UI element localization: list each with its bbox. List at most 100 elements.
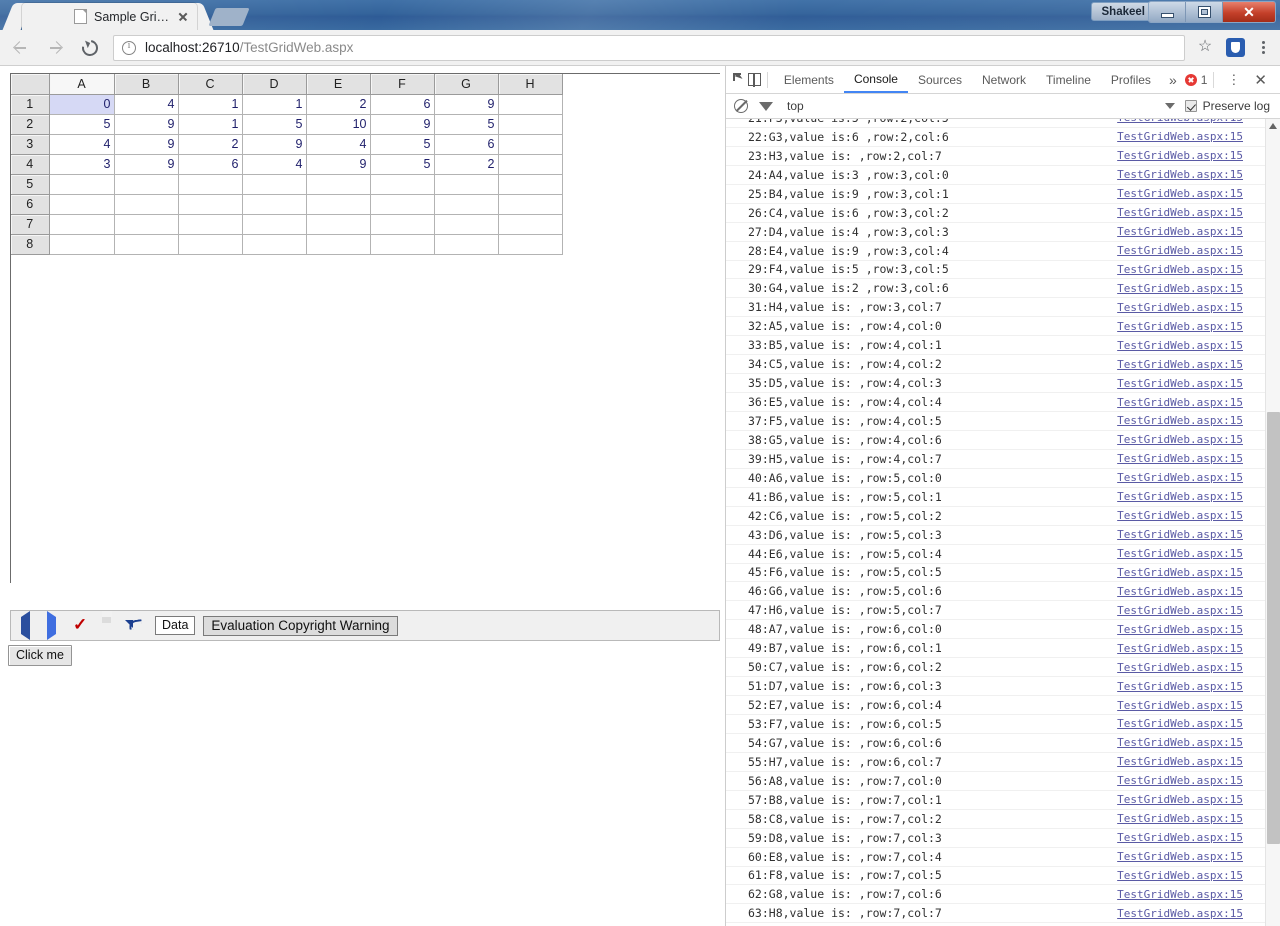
cell-E6[interactable] bbox=[306, 194, 371, 215]
column-header-e[interactable]: E bbox=[306, 74, 371, 95]
cell-C2[interactable]: 1 bbox=[178, 114, 243, 135]
console-source-link[interactable]: TestGridWeb.aspx:15 bbox=[1117, 888, 1243, 901]
console-source-link[interactable]: TestGridWeb.aspx:15 bbox=[1117, 642, 1243, 655]
console-source-link[interactable]: TestGridWeb.aspx:15 bbox=[1117, 736, 1243, 749]
console-source-link[interactable]: TestGridWeb.aspx:15 bbox=[1117, 130, 1243, 143]
cell-B5[interactable] bbox=[114, 174, 179, 195]
console-message-row[interactable]: 60:E8,value is: ,row:7,col:4 TestGridWeb.… bbox=[726, 848, 1265, 867]
minimize-button[interactable] bbox=[1149, 2, 1186, 22]
console-message-row[interactable]: 33:B5,value is: ,row:4,col:1 TestGridWeb.… bbox=[726, 336, 1265, 356]
toggle-device-toolbar-button[interactable] bbox=[747, 67, 762, 93]
cell-A4[interactable]: 3 bbox=[49, 154, 115, 175]
console-source-link[interactable]: TestGridWeb.aspx:15 bbox=[1117, 547, 1243, 560]
console-source-link[interactable]: TestGridWeb.aspx:15 bbox=[1117, 661, 1243, 674]
info-icon[interactable] bbox=[122, 40, 136, 55]
cell-B8[interactable] bbox=[114, 234, 179, 255]
cell-H2[interactable] bbox=[498, 114, 563, 135]
console-message-row[interactable]: 48:A7,value is: ,row:6,col:0 TestGridWeb.… bbox=[726, 620, 1265, 640]
more-tabs-button[interactable]: » bbox=[1161, 72, 1185, 88]
console-source-link[interactable]: TestGridWeb.aspx:15 bbox=[1117, 119, 1243, 124]
cell-D7[interactable] bbox=[242, 214, 307, 235]
console-message-row[interactable]: 28:E4,value is:9 ,row:3,col:4 TestGridWeb… bbox=[726, 242, 1265, 261]
cell-G8[interactable] bbox=[434, 234, 499, 255]
console-message-row[interactable]: 54:G7,value is: ,row:6,col:6 TestGridWeb.… bbox=[726, 734, 1265, 753]
cell-C5[interactable] bbox=[178, 174, 243, 195]
console-source-link[interactable]: TestGridWeb.aspx:15 bbox=[1117, 168, 1243, 181]
cell-B2[interactable]: 9 bbox=[114, 114, 179, 135]
console-source-link[interactable]: TestGridWeb.aspx:15 bbox=[1117, 528, 1243, 541]
cell-A3[interactable]: 4 bbox=[49, 134, 115, 155]
console-message-row[interactable]: 46:G6,value is: ,row:5,col:6 TestGridWeb.… bbox=[726, 582, 1265, 602]
cell-F1[interactable]: 6 bbox=[370, 94, 435, 115]
tab-sources[interactable]: Sources bbox=[908, 67, 972, 92]
console-source-link[interactable]: TestGridWeb.aspx:15 bbox=[1117, 377, 1243, 390]
console-source-link[interactable]: TestGridWeb.aspx:15 bbox=[1117, 812, 1243, 825]
console-source-link[interactable]: TestGridWeb.aspx:15 bbox=[1117, 320, 1243, 333]
console-message-row[interactable]: 34:C5,value is: ,row:4,col:2 TestGridWeb.… bbox=[726, 355, 1265, 375]
extension-icon[interactable] bbox=[1226, 38, 1245, 57]
preserve-log-checkbox[interactable]: Preserve log bbox=[1184, 99, 1270, 113]
console-message-row[interactable]: 23:H3,value is: ,row:2,col:7 TestGridWeb.… bbox=[726, 147, 1265, 166]
console-source-link[interactable]: TestGridWeb.aspx:15 bbox=[1117, 358, 1243, 371]
cell-G4[interactable]: 2 bbox=[434, 154, 499, 175]
tab-timeline[interactable]: Timeline bbox=[1036, 67, 1101, 92]
cell-B1[interactable]: 4 bbox=[114, 94, 179, 115]
cell-G6[interactable] bbox=[434, 194, 499, 215]
submit-button[interactable]: ✓ bbox=[73, 616, 90, 634]
console-output[interactable]: 21:F3,value is:5 ,row:2,col:5TestGridWeb… bbox=[726, 119, 1280, 926]
console-source-link[interactable]: TestGridWeb.aspx:15 bbox=[1117, 490, 1243, 503]
console-message-row[interactable]: 50:C7,value is: ,row:6,col:2 TestGridWeb.… bbox=[726, 658, 1265, 678]
column-header-f[interactable]: F bbox=[370, 74, 435, 95]
cell-H7[interactable] bbox=[498, 214, 563, 235]
cell-D2[interactable]: 5 bbox=[242, 114, 307, 135]
cell-F3[interactable]: 5 bbox=[370, 134, 435, 155]
bookmark-button[interactable]: ☆ bbox=[1191, 33, 1221, 63]
console-message-row[interactable]: 36:E5,value is: ,row:4,col:4 TestGridWeb.… bbox=[726, 393, 1265, 412]
console-source-link[interactable]: TestGridWeb.aspx:15 bbox=[1117, 339, 1243, 352]
row-header-5[interactable]: 5 bbox=[11, 174, 50, 195]
column-header-a[interactable]: A bbox=[49, 74, 115, 95]
console-message-row[interactable]: 37:F5,value is: ,row:4,col:5 TestGridWeb.… bbox=[726, 412, 1265, 431]
browser-tab[interactable]: Sample GridWeb Page bbox=[22, 3, 197, 30]
close-devtools-button[interactable]: ✕ bbox=[1247, 71, 1274, 89]
console-source-link[interactable]: TestGridWeb.aspx:15 bbox=[1117, 206, 1243, 219]
cell-E8[interactable] bbox=[306, 234, 371, 255]
console-message-row[interactable]: 38:G5,value is: ,row:4,col:6 TestGridWeb.… bbox=[726, 431, 1265, 450]
address-bar[interactable]: localhost:26710/TestGridWeb.aspx bbox=[113, 34, 1185, 61]
console-source-link[interactable]: TestGridWeb.aspx:15 bbox=[1117, 793, 1243, 806]
cell-A5[interactable] bbox=[49, 174, 115, 195]
console-message-row[interactable]: 53:F7,value is: ,row:6,col:5 TestGridWeb.… bbox=[726, 715, 1265, 734]
previous-sheet-button[interactable] bbox=[21, 611, 38, 640]
cell-H5[interactable] bbox=[498, 174, 563, 195]
console-message-row[interactable]: 61:F8,value is: ,row:7,col:5 TestGridWeb.… bbox=[726, 867, 1265, 886]
cell-G2[interactable]: 5 bbox=[434, 114, 499, 135]
close-icon[interactable] bbox=[175, 9, 191, 25]
console-message-row[interactable]: 49:B7,value is: ,row:6,col:1 TestGridWeb.… bbox=[726, 639, 1265, 659]
cell-H4[interactable] bbox=[498, 154, 563, 175]
cell-E7[interactable] bbox=[306, 214, 371, 235]
console-source-link[interactable]: TestGridWeb.aspx:15 bbox=[1117, 869, 1243, 882]
console-message-row[interactable]: 58:C8,value is: ,row:7,col:2 TestGridWeb.… bbox=[726, 810, 1265, 829]
console-message-row[interactable]: 45:F6,value is: ,row:5,col:5 TestGridWeb.… bbox=[726, 564, 1265, 583]
cell-F2[interactable]: 9 bbox=[370, 114, 435, 135]
console-source-link[interactable]: TestGridWeb.aspx:15 bbox=[1117, 263, 1243, 276]
row-header-7[interactable]: 7 bbox=[11, 214, 50, 235]
cell-E2[interactable]: 10 bbox=[306, 114, 371, 135]
tab-profiles[interactable]: Profiles bbox=[1101, 67, 1161, 92]
console-message-row[interactable]: 32:A5,value is: ,row:4,col:0 TestGridWeb.… bbox=[726, 317, 1265, 337]
cell-G1[interactable]: 9 bbox=[434, 94, 499, 115]
cell-D5[interactable] bbox=[242, 174, 307, 195]
cell-B6[interactable] bbox=[114, 194, 179, 215]
forward-button[interactable] bbox=[40, 33, 70, 63]
row-header-4[interactable]: 4 bbox=[11, 154, 50, 175]
cell-G3[interactable]: 6 bbox=[434, 134, 499, 155]
console-source-link[interactable]: TestGridWeb.aspx:15 bbox=[1117, 566, 1243, 579]
console-message-row[interactable]: 51:D7,value is: ,row:6,col:3 TestGridWeb.… bbox=[726, 677, 1265, 697]
error-badge[interactable]: 1 bbox=[1184, 73, 1207, 87]
console-message-row[interactable]: 42:C6,value is: ,row:5,col:2 TestGridWeb.… bbox=[726, 507, 1265, 526]
console-message-row[interactable]: 43:D6,value is: ,row:5,col:3 TestGridWeb.… bbox=[726, 526, 1265, 545]
column-header-g[interactable]: G bbox=[434, 74, 499, 95]
console-message-row[interactable]: 55:H7,value is: ,row:6,col:7 TestGridWeb.… bbox=[726, 753, 1265, 772]
user-profile-button[interactable]: Shakeel bbox=[1090, 2, 1156, 21]
new-tab-button[interactable] bbox=[208, 8, 250, 26]
